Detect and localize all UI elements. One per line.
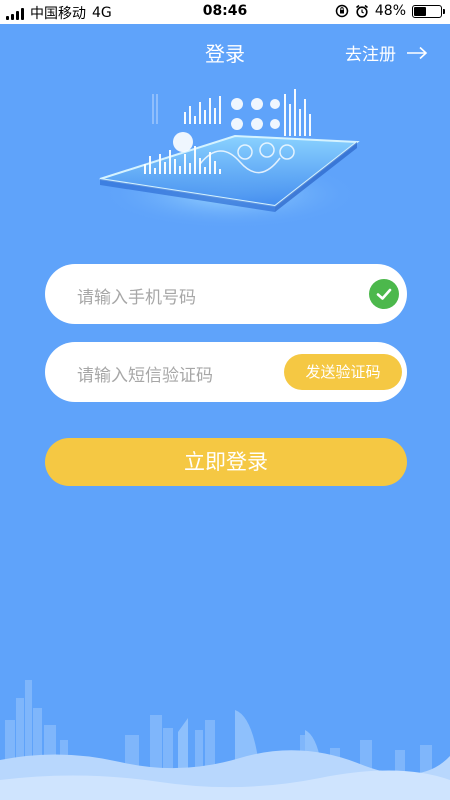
dashboard-illustration (99, 89, 360, 229)
battery-level (414, 6, 427, 16)
checkmark-glyph (376, 288, 392, 300)
rotation-lock-icon (335, 4, 349, 18)
register-link-label: 去注册 (345, 45, 396, 65)
alarm-icon (355, 4, 368, 18)
sms-code-placeholder: 请输入短信验证码 (77, 366, 213, 386)
login-button[interactable]: 立即登录 (45, 438, 407, 486)
phone-field[interactable]: 请输入手机号码 (45, 264, 407, 324)
send-code-button[interactable]: 发送验证码 (284, 354, 402, 390)
sms-code-field[interactable]: 请输入短信验证码 发送验证码 (45, 342, 407, 402)
city-skyline-illustration (0, 680, 450, 800)
status-right: 48% (335, 3, 445, 19)
battery-percent: 48% (374, 3, 406, 19)
battery-icon (412, 4, 445, 18)
status-bar: 中国移动 4G 08:46 48% (0, 0, 450, 24)
register-link[interactable]: 去注册 (345, 40, 428, 65)
arrow-right-icon (407, 46, 428, 59)
phone-placeholder: 请输入手机号码 (77, 288, 196, 308)
check-icon (369, 279, 399, 309)
